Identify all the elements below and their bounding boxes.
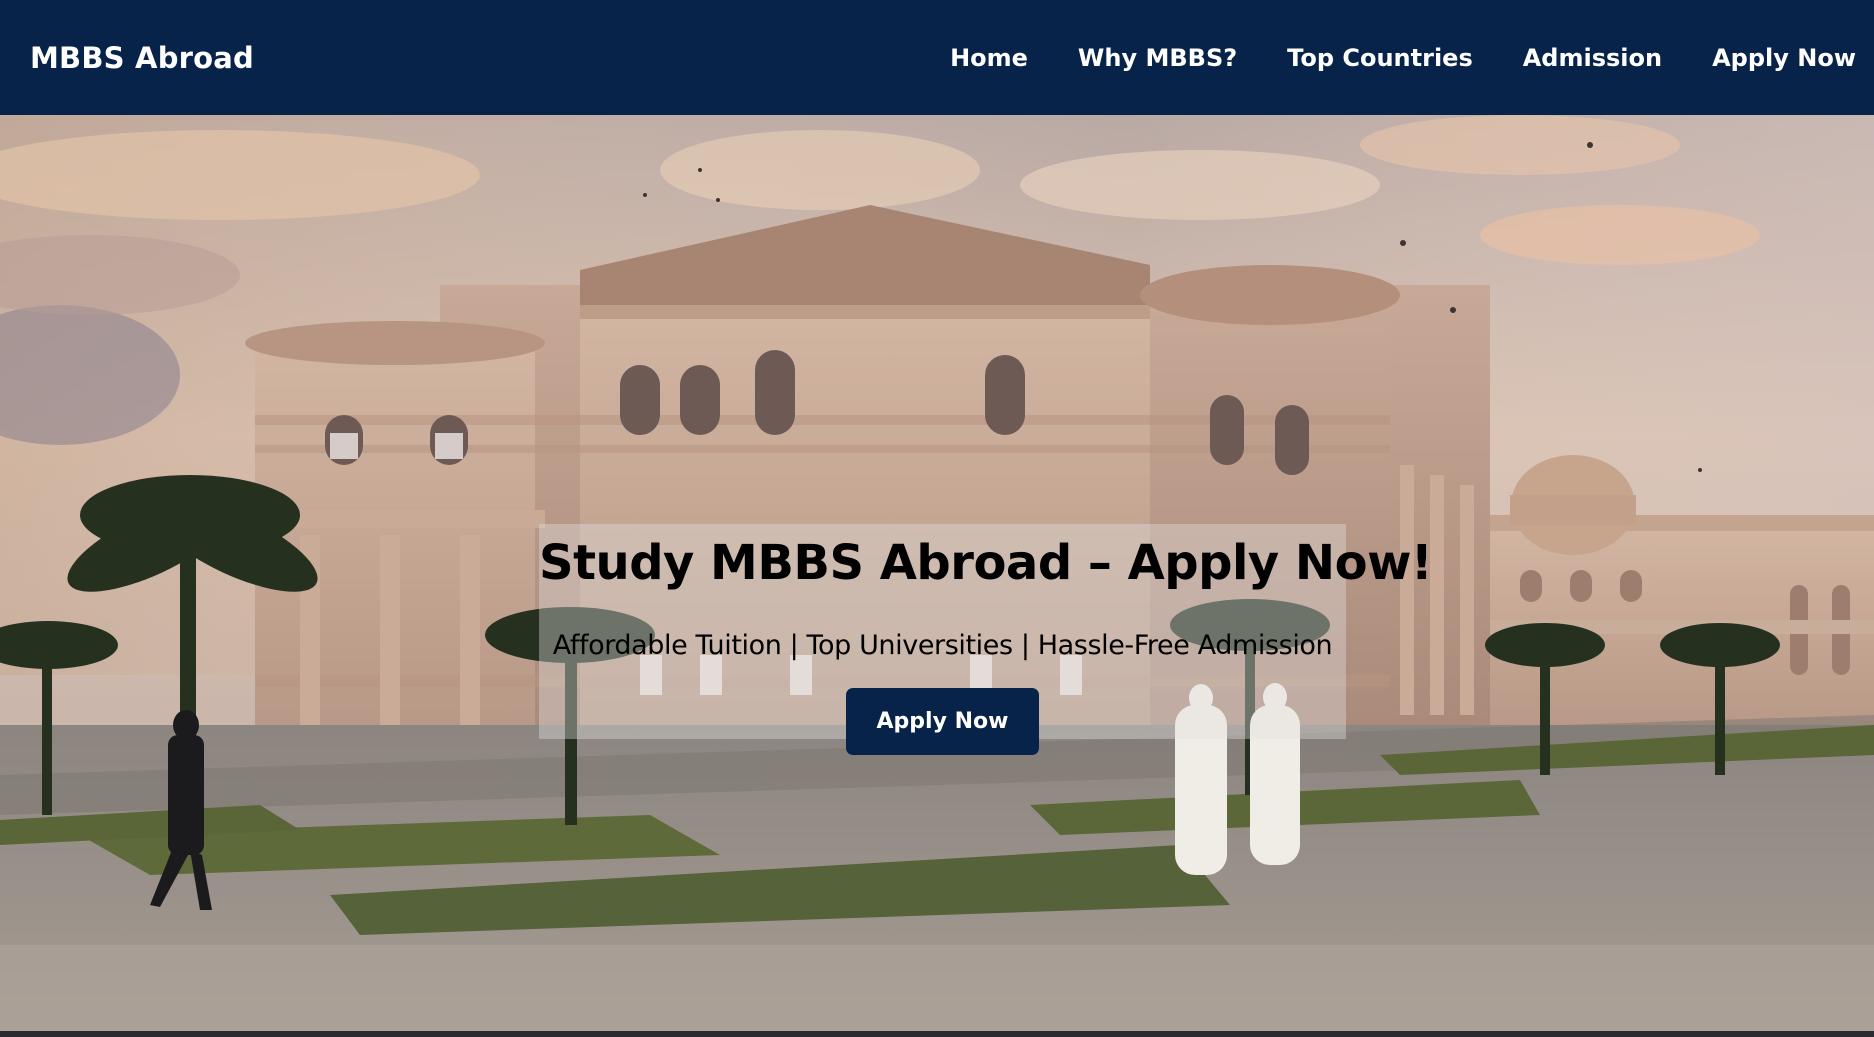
nav-link-apply-now[interactable]: Apply Now [1712,44,1856,72]
hero-section: Study MBBS Abroad – Apply Now! Affordabl… [0,115,1874,1031]
nav-link-why-mbbs[interactable]: Why MBBS? [1078,44,1237,72]
navbar: MBBS Abroad Home Why MBBS? Top Countries… [0,0,1874,115]
apply-now-button[interactable]: Apply Now [846,688,1039,755]
nav-link-admission[interactable]: Admission [1523,44,1662,72]
nav-links: Home Why MBBS? Top Countries Admission A… [900,0,1874,115]
hero-subtitle: Affordable Tuition | Top Universities | … [552,630,1333,661]
nav-link-home[interactable]: Home [950,44,1028,72]
hero-title: Study MBBS Abroad – Apply Now! [539,535,1433,591]
bottom-strip [0,1031,1874,1037]
nav-link-top-countries[interactable]: Top Countries [1287,44,1473,72]
brand-logo[interactable]: MBBS Abroad [30,41,254,75]
